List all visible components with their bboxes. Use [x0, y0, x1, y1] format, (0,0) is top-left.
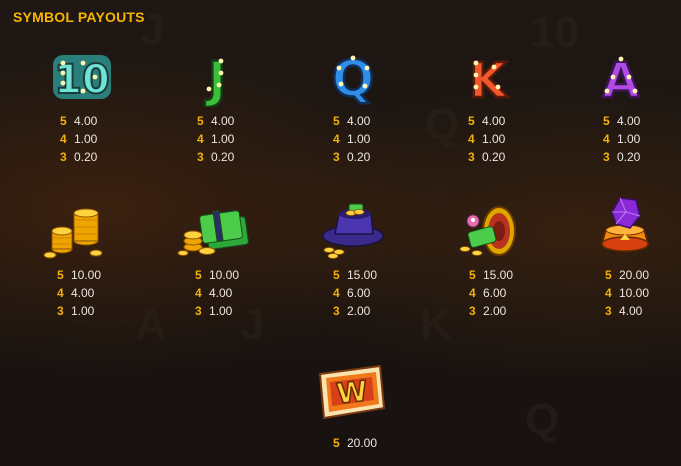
payout-value: 1.00 — [482, 132, 506, 146]
symbol-cell-jack: J 5 4.00 4 1.00 3 0.20 — [162, 42, 272, 166]
symbol-cell-gem-pedestal: 5 20.00 4 10.00 3 4.00 — [570, 190, 680, 320]
ten-symbol-icon: 10 — [27, 42, 137, 112]
payout-count: 5 — [60, 114, 67, 128]
payout-count: 5 — [603, 114, 610, 128]
payout-value: 10.00 — [71, 268, 102, 282]
payout-value: 4.00 — [619, 304, 643, 318]
payout-count: 4 — [468, 132, 475, 146]
symbol-cell-queen: Q 5 4.00 4 1.00 3 0.20 — [298, 42, 408, 166]
payout-value: 15.00 — [347, 268, 378, 282]
payout-value: 20.00 — [347, 436, 378, 450]
symbol-cell-cash-stack: 5 10.00 4 4.00 3 1.00 — [160, 196, 270, 320]
background-letter: Q — [525, 395, 560, 444]
payout-value: 4.00 — [71, 286, 95, 300]
svg-text:W: W — [335, 374, 369, 410]
payout-count: 4 — [333, 132, 340, 146]
payout-value: 0.20 — [482, 150, 506, 164]
payout-value: 0.20 — [617, 150, 641, 164]
svg-text:J: J — [205, 51, 227, 107]
payout-count: 4 — [57, 286, 64, 300]
payout-count: 3 — [57, 304, 64, 318]
ace-symbol-icon: A — [568, 42, 678, 112]
payout-count: 3 — [333, 304, 340, 318]
payout-count: 4 — [195, 286, 202, 300]
symbol-cell-magic-hat: 5 15.00 4 6.00 3 2.00 — [296, 196, 406, 320]
payout-value: 2.00 — [483, 304, 507, 318]
drum-icon — [432, 196, 542, 266]
payout-value: 10.00 — [209, 268, 240, 282]
payout-count: 4 — [605, 286, 612, 300]
payout-value: 6.00 — [483, 286, 507, 300]
payout-count: 4 — [603, 132, 610, 146]
symbol-cell-ten: 10 5 4.00 4 1.00 3 0.20 — [27, 42, 137, 166]
payout-count: 4 — [469, 286, 476, 300]
payout-value: 1.00 — [347, 132, 371, 146]
symbol-cell-gold-coins: 5 10.00 4 4.00 3 1.00 — [20, 196, 130, 320]
symbol-cell-king: K 5 4.00 4 1.00 3 0.20 — [433, 42, 543, 166]
gold-coins-icon — [20, 196, 130, 266]
payout-count: 4 — [60, 132, 67, 146]
symbol-cell-drum: 5 15.00 4 6.00 3 2.00 — [432, 196, 542, 320]
payout-value: 0.20 — [347, 150, 371, 164]
payout-value: 0.20 — [74, 150, 98, 164]
payout-value: 20.00 — [619, 268, 650, 282]
payout-value: 4.00 — [617, 114, 641, 128]
cash-stack-icon — [160, 196, 270, 266]
payout-count: 5 — [333, 436, 340, 450]
magic-hat-icon — [296, 196, 406, 266]
payout-count: 4 — [333, 286, 340, 300]
payout-value: 4.00 — [482, 114, 506, 128]
payout-count: 3 — [195, 304, 202, 318]
jack-symbol-icon: J — [162, 42, 272, 112]
gem-pedestal-icon — [570, 190, 680, 266]
payout-value: 10.00 — [619, 286, 650, 300]
payout-value: 4.00 — [209, 286, 233, 300]
payout-value: 1.00 — [71, 304, 95, 318]
wild-symbol-icon: W — [296, 356, 406, 428]
payout-count: 5 — [469, 268, 476, 282]
payout-value: 15.00 — [483, 268, 514, 282]
payout-count: 5 — [333, 114, 340, 128]
payout-value: 0.20 — [211, 150, 235, 164]
payout-count: 3 — [333, 150, 340, 164]
payout-count: 5 — [333, 268, 340, 282]
queen-symbol-icon: Q — [298, 42, 408, 112]
payout-value: 1.00 — [211, 132, 235, 146]
payout-value: 4.00 — [347, 114, 371, 128]
payout-value: 4.00 — [74, 114, 98, 128]
symbol-cell-wild: W 5 20.00 — [296, 356, 406, 452]
payout-count: 4 — [197, 132, 204, 146]
payout-value: 1.00 — [74, 132, 98, 146]
payout-count: 5 — [197, 114, 204, 128]
payout-count: 5 — [57, 268, 64, 282]
payout-value: 4.00 — [211, 114, 235, 128]
payout-count: 3 — [197, 150, 204, 164]
payout-count: 5 — [605, 268, 612, 282]
payout-value: 2.00 — [347, 304, 371, 318]
page-title: SYMBOL PAYOUTS — [13, 9, 145, 25]
king-symbol-icon: K — [433, 42, 543, 112]
payout-count: 3 — [469, 304, 476, 318]
payout-value: 1.00 — [617, 132, 641, 146]
payout-count: 3 — [605, 304, 612, 318]
symbol-cell-ace: A 5 4.00 4 1.00 3 0.20 — [568, 42, 678, 166]
payout-value: 1.00 — [209, 304, 233, 318]
payout-count: 5 — [195, 268, 202, 282]
payout-value: 6.00 — [347, 286, 371, 300]
payout-count: 5 — [468, 114, 475, 128]
payout-count: 3 — [603, 150, 610, 164]
payout-count: 3 — [60, 150, 67, 164]
payout-count: 3 — [468, 150, 475, 164]
